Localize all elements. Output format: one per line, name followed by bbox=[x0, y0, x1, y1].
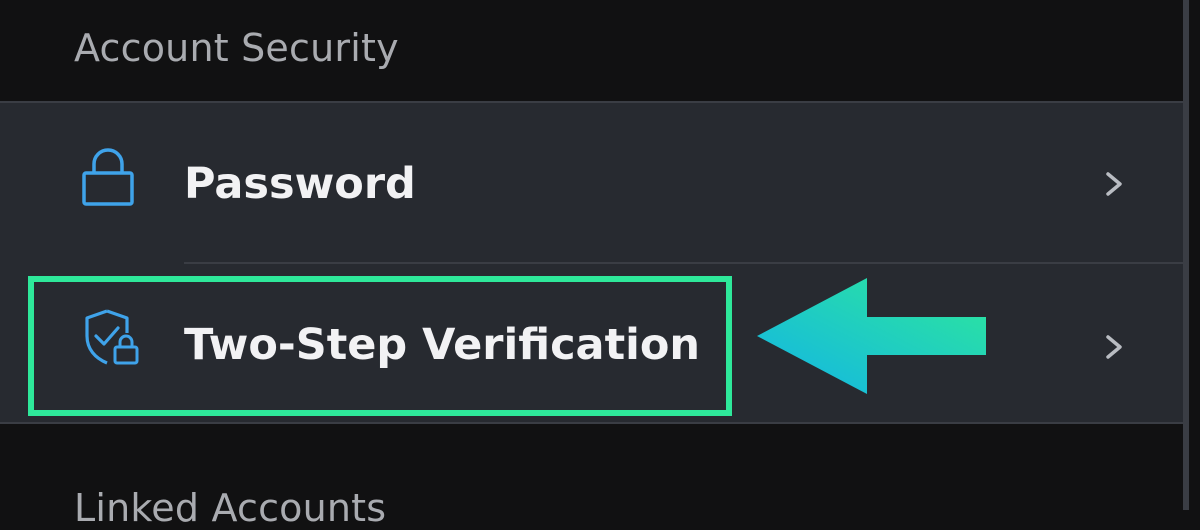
scrollbar-track bbox=[1183, 0, 1189, 510]
chevron-right-icon bbox=[1102, 332, 1126, 362]
highlight-box bbox=[28, 276, 732, 416]
next-section-title: Linked Accounts bbox=[74, 486, 387, 530]
chevron-right-icon bbox=[1102, 169, 1126, 199]
arrow-left-icon bbox=[755, 277, 990, 399]
section-title: Account Security bbox=[74, 26, 399, 70]
settings-row-password[interactable]: Password bbox=[0, 103, 1183, 263]
lock-icon bbox=[80, 148, 136, 212]
password-label: Password bbox=[184, 159, 416, 209]
